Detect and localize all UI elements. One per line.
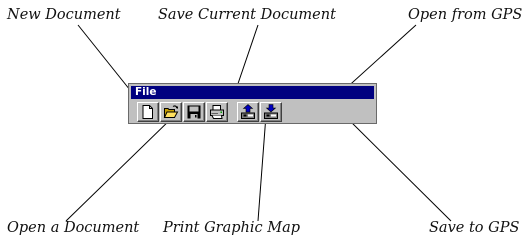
save-disk-icon [187, 105, 201, 119]
printer-icon [210, 105, 224, 119]
label-open-from-gps: Open from GPS [408, 7, 523, 23]
leader-save-to-gps [343, 114, 452, 222]
leader-open-a-document [65, 114, 176, 222]
save-document-button[interactable] [183, 102, 205, 122]
open-from-gps-button[interactable] [237, 102, 259, 122]
open-document-button[interactable] [160, 102, 182, 122]
file-toolbar: File [128, 83, 377, 124]
label-open-a-document: Open a Document [7, 220, 140, 236]
label-print-graphic-map: Print Graphic Map [163, 220, 301, 236]
print-map-button[interactable] [206, 102, 228, 122]
new-document-button[interactable] [137, 102, 159, 122]
save-to-gps-icon [264, 104, 278, 119]
label-new-document: New Document [7, 7, 121, 23]
open-folder-icon [163, 105, 179, 118]
leader-print-graphic-map [257, 114, 267, 222]
toolbar-title-bar[interactable]: File [131, 86, 374, 99]
new-document-icon [142, 105, 153, 119]
label-save-to-gps: Save to GPS [429, 220, 520, 236]
label-save-current-document: Save Current Document [158, 7, 336, 23]
open-from-gps-icon [241, 104, 255, 119]
toolbar-title: File [135, 86, 157, 98]
save-to-gps-button[interactable] [260, 102, 282, 122]
